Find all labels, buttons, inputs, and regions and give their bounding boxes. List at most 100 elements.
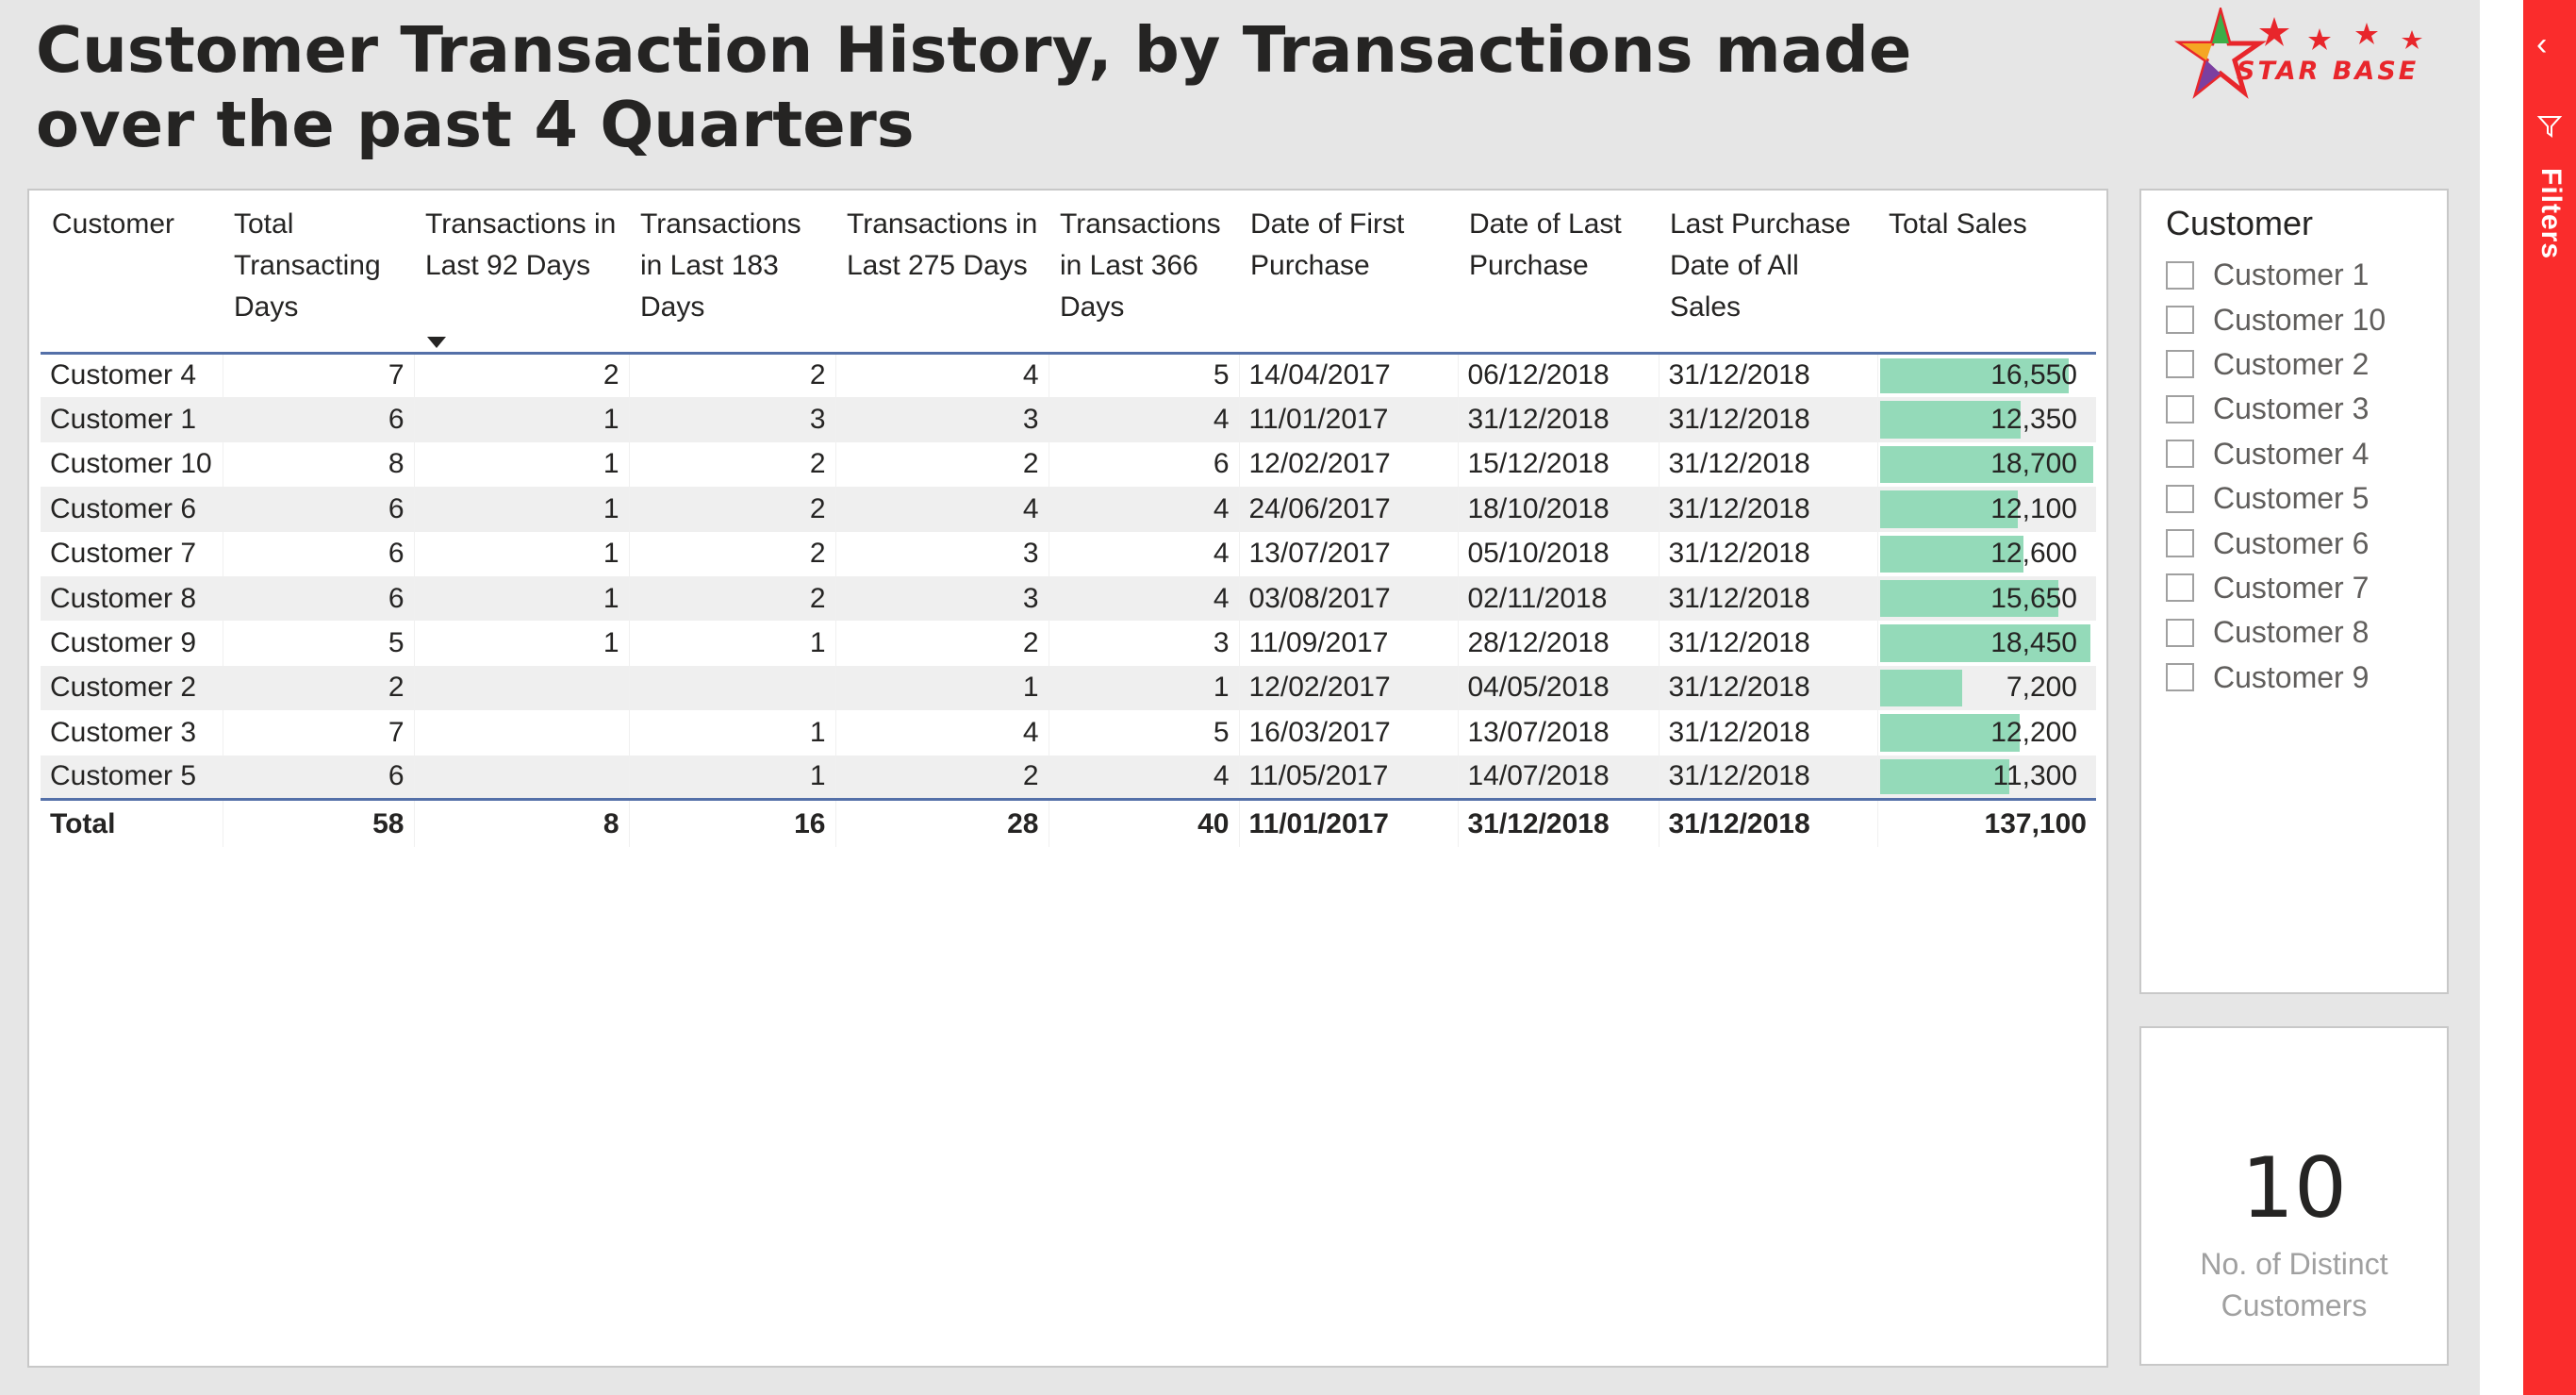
checkbox[interactable] <box>2166 260 2194 290</box>
column-header-first[interactable]: Date of First Purchase <box>1239 204 1458 355</box>
table-row[interactable]: Customer 4 7 2 2 4 5 14/04/2017 06/12/2018 31/12… <box>41 353 2096 398</box>
total-cell-t366: 40 <box>1048 798 1239 847</box>
table-row[interactable]: Customer 2 2 1 1 12/02/2017 04/05/2018 31/12/2… <box>41 665 2096 711</box>
card-label: No. of Distinct Customers <box>2141 1243 2447 1326</box>
slicer-item[interactable]: Customer 5 <box>2166 476 2386 521</box>
column-header-t366[interactable]: Transactions in Last 366 Days <box>1049 204 1239 355</box>
table-row[interactable]: Customer 9 5 1 1 2 3 11/09/2017 28/12/2018 31/12… <box>41 621 2096 666</box>
sales-value: 15,650 <box>1990 582 2077 614</box>
cell-t183: 2 <box>628 487 835 532</box>
checkbox[interactable] <box>2166 529 2194 558</box>
cell-last: 15/12/2018 <box>1457 441 1659 488</box>
slicer-item[interactable]: Customer 3 <box>2166 387 2386 431</box>
slicer-list: Customer 1 Customer 10 Customer 2 Customer … <box>2166 253 2386 700</box>
cell-last: 06/12/2018 <box>1457 353 1659 398</box>
table-row[interactable]: Customer 10 8 1 2 2 6 12/02/2017 15/12/2018 31/1… <box>41 441 2096 488</box>
column-header-last[interactable]: Date of Last Purchase <box>1458 204 1659 355</box>
table-row[interactable]: Customer 3 7 1 4 5 16/03/2017 13/07/2018 31/12/… <box>41 710 2096 756</box>
cell-last_all: 31/12/2018 <box>1658 710 1877 756</box>
cell-last_all: 31/12/2018 <box>1658 487 1877 532</box>
cell-last_all: 31/12/2018 <box>1658 441 1877 488</box>
sales-value: 18,700 <box>1990 448 2077 480</box>
cell-total_days: 8 <box>222 441 414 488</box>
slicer-item-label: Customer 7 <box>2213 570 2370 605</box>
logo-text: STAR BASE <box>2237 57 2419 86</box>
cell-t92: 1 <box>413 531 629 576</box>
column-header-label: Date of First Purchase <box>1250 208 1405 281</box>
table-row[interactable]: Customer 1 6 1 3 3 4 11/01/2017 31/12/2018 31/12… <box>41 397 2096 442</box>
checkbox[interactable] <box>2166 618 2194 647</box>
checkbox[interactable] <box>2166 440 2194 469</box>
cell-last: 04/05/2018 <box>1457 665 1659 711</box>
transactions-table-visual[interactable]: Customer Total Transacting Days Transactio… <box>27 189 2108 1368</box>
checkbox[interactable] <box>2166 663 2194 692</box>
column-header-t92[interactable]: Transactions in Last 92 Days <box>414 204 629 355</box>
cell-total-sales: 7,200 <box>1876 665 2096 711</box>
cell-t183: 2 <box>628 575 835 622</box>
total-cell-customer: Total <box>41 798 223 847</box>
slicer-item[interactable]: Customer 9 <box>2166 656 2386 700</box>
cell-first: 11/09/2017 <box>1238 621 1458 666</box>
cell-total-sales: 12,100 <box>1876 487 2096 532</box>
cell-first: 12/02/2017 <box>1238 665 1458 711</box>
table-row[interactable]: Customer 7 6 1 2 3 4 13/07/2017 05/10/2018 31/12… <box>41 531 2096 576</box>
checkbox[interactable] <box>2166 394 2194 423</box>
checkbox[interactable] <box>2166 306 2194 335</box>
cell-t366: 4 <box>1048 575 1239 622</box>
table-row[interactable]: Customer 6 6 1 2 4 4 24/06/2017 18/10/2018 31/12… <box>41 487 2096 532</box>
customer-slicer[interactable]: Customer Customer 1 Customer 10 Customer 2… <box>2139 189 2449 994</box>
cell-last_all: 31/12/2018 <box>1658 665 1877 711</box>
slicer-item[interactable]: Customer 4 <box>2166 432 2386 476</box>
column-header-t275[interactable]: Transactions in Last 275 Days <box>835 204 1049 355</box>
filter-funnel-icon[interactable] <box>2536 113 2563 140</box>
cell-t92: 1 <box>413 487 629 532</box>
cell-customer: Customer 4 <box>50 359 197 391</box>
cell-last: 02/11/2018 <box>1457 575 1659 622</box>
table-body: Customer 4 7 2 2 4 5 14/04/2017 06/12/2018 31/12… <box>41 353 2096 800</box>
cell-t275: 3 <box>834 531 1049 576</box>
checkbox[interactable] <box>2166 484 2194 513</box>
slicer-item[interactable]: Customer 2 <box>2166 342 2386 387</box>
star-logo-icon: STAR BASE <box>2173 4 2422 99</box>
slicer-item[interactable]: Customer 8 <box>2166 610 2386 655</box>
slicer-item[interactable]: Customer 6 <box>2166 521 2386 565</box>
cell-customer: Customer 6 <box>41 487 223 532</box>
chevron-left-icon[interactable]: ‹ <box>2536 28 2547 60</box>
column-header-customer[interactable]: Customer <box>41 204 223 355</box>
cell-last: 28/12/2018 <box>1457 621 1659 666</box>
cell-first: 16/03/2017 <box>1238 710 1458 756</box>
cell-t92: 1 <box>413 441 629 488</box>
column-header-last_all[interactable]: Last Purchase Date of All Sales <box>1659 204 1877 355</box>
column-header-t183[interactable]: Transactions in Last 183 Days <box>629 204 835 355</box>
sort-descending-icon[interactable] <box>427 336 446 348</box>
slicer-item-label: Customer 1 <box>2213 257 2370 292</box>
distinct-customers-card[interactable]: 10 No. of Distinct Customers <box>2139 1026 2449 1366</box>
column-header-total_days[interactable]: Total Transacting Days <box>223 204 414 355</box>
slicer-item-label: Customer 4 <box>2213 436 2370 471</box>
checkbox[interactable] <box>2166 350 2194 379</box>
cell-t92 <box>413 665 629 711</box>
sales-value: 11,300 <box>1992 760 2077 792</box>
slicer-item[interactable]: Customer 7 <box>2166 566 2386 610</box>
checkbox[interactable] <box>2166 573 2194 603</box>
cell-customer: Customer 8 <box>41 575 223 622</box>
cell-total-sales: 15,650 <box>1876 575 2096 622</box>
table-row[interactable]: Customer 5 6 1 2 4 11/05/2017 14/07/2018 31/12/… <box>41 755 2096 800</box>
slicer-item[interactable]: Customer 10 <box>2166 297 2386 341</box>
cell-first: 13/07/2017 <box>1238 531 1458 576</box>
page-title-line-2: over the past 4 Quarters <box>36 88 915 161</box>
cell-t183: 1 <box>628 755 835 800</box>
slicer-item[interactable]: Customer 1 <box>2166 253 2386 297</box>
table-row[interactable]: Customer 8 6 1 2 3 4 03/08/2017 02/11/2018 31/12… <box>41 575 2096 622</box>
filters-pane-label[interactable]: Filters <box>2535 168 2567 259</box>
cell-t183: 1 <box>628 710 835 756</box>
filters-pane[interactable]: ‹ Filters <box>2523 0 2576 1395</box>
card-label-line-1: No. of Distinct <box>2200 1247 2388 1281</box>
column-header-sales[interactable]: Total Sales <box>1877 204 2096 355</box>
cell-customer: Customer 5 <box>41 755 223 800</box>
sales-value: 7,200 <box>2006 672 2077 704</box>
cell-t366: 3 <box>1048 621 1239 666</box>
cell-t183: 2 <box>628 353 835 398</box>
cell-t366: 5 <box>1048 353 1239 398</box>
column-header-label: Transactions in Last 183 Days <box>640 208 801 323</box>
